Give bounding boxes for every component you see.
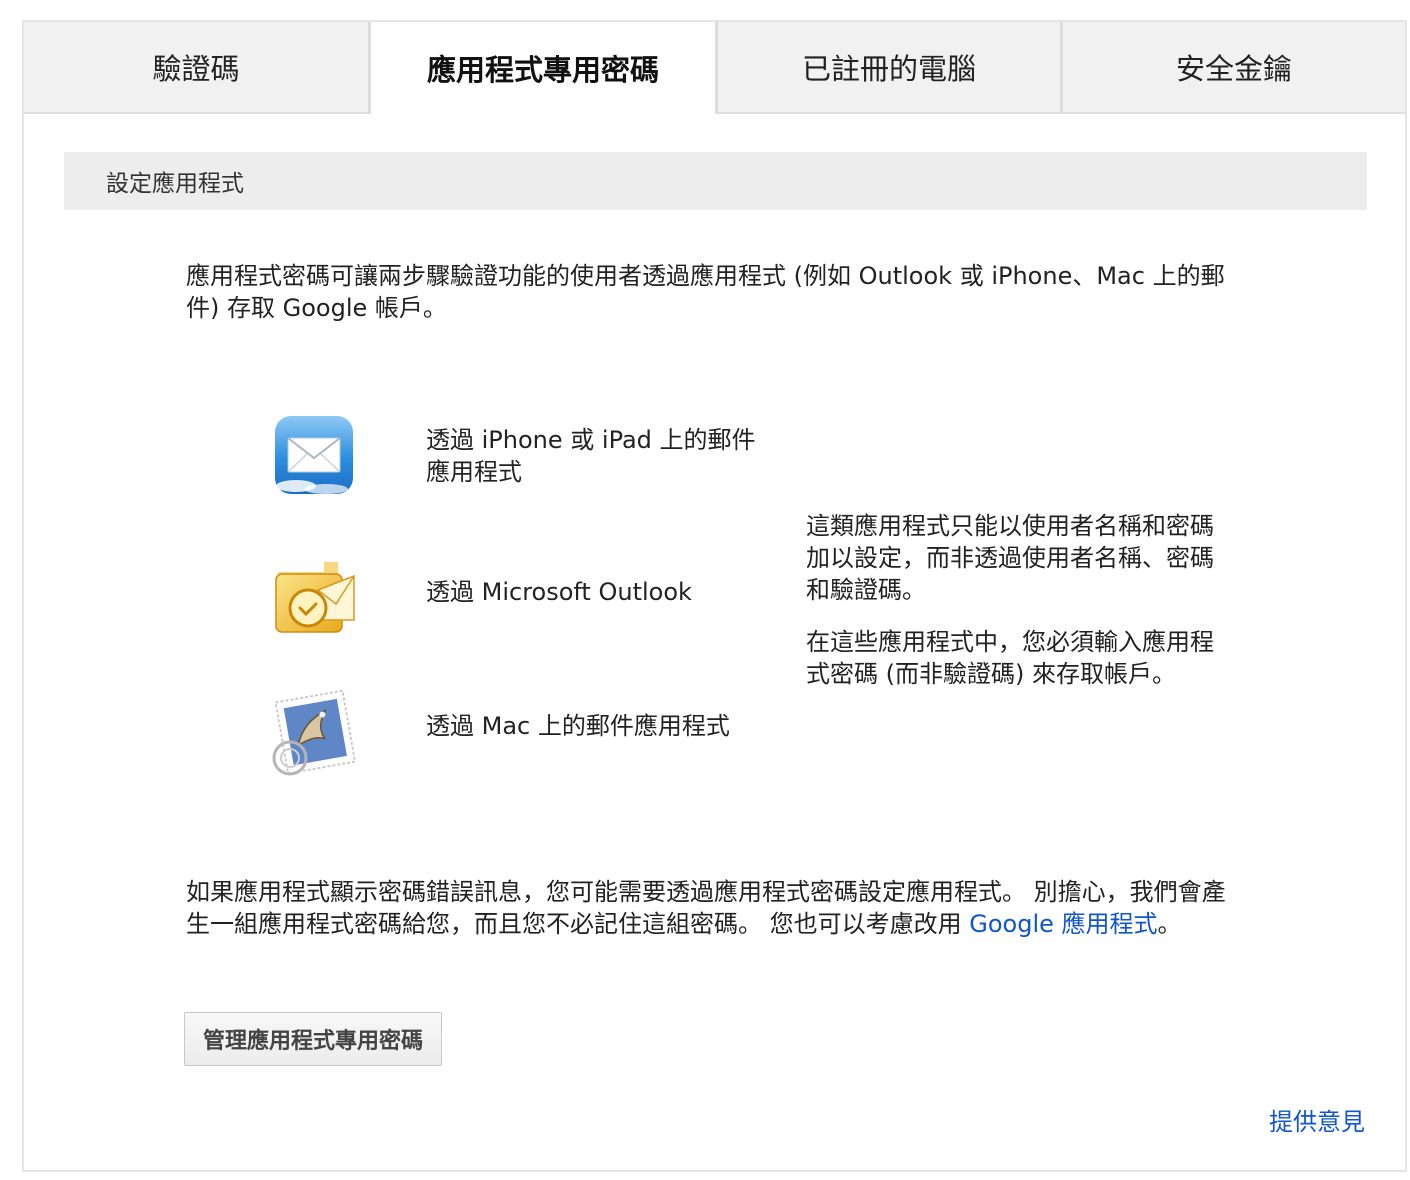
google-apps-link[interactable]: Google 應用程式	[969, 910, 1157, 938]
section-header: 設定應用程式	[64, 152, 1367, 210]
app-item-mac-mail: 透過 Mac 上的郵件應用程式	[264, 690, 784, 790]
app-note-text: 這類應用程式只能以使用者名稱和密碼加以設定，而非透過使用者名稱、密碼和驗證碼。	[806, 512, 1214, 604]
app-passwords-panel: 驗證碼 應用程式專用密碼 已註冊的電腦 安全金鑰 設定應用程式 應用程式密碼可讓…	[22, 20, 1407, 1172]
manage-app-passwords-button[interactable]: 管理應用程式專用密碼	[184, 1012, 443, 1066]
mac-mail-icon	[272, 690, 357, 776]
tab-app-passwords[interactable]: 應用程式專用密碼	[371, 22, 715, 114]
tab-verification-codes[interactable]: 驗證碼	[24, 22, 368, 114]
ios-mail-icon	[275, 416, 353, 494]
app-note-text-2: 在這些應用程式中，您必須輸入應用程式密碼 (而非驗證碼) 來存取帳戶。	[806, 628, 1214, 688]
troubleshoot-end: 。	[1157, 910, 1182, 938]
app-item-outlook: 透過 Microsoft Outlook	[264, 550, 784, 650]
app-label: 透過 iPhone 或 iPad 上的郵件應用程式	[426, 426, 756, 486]
tab-security-keys[interactable]: 安全金鑰	[1063, 22, 1405, 114]
section-title: 設定應用程式	[106, 171, 244, 197]
troubleshoot-text: 如果應用程式顯示密碼錯誤訊息，您可能需要透過應用程式密碼設定應用程式。 別擔心，…	[186, 876, 1246, 940]
feedback-link[interactable]: 提供意見	[1269, 1102, 1365, 1137]
app-label: 透過 Microsoft Outlook	[426, 578, 692, 606]
outlook-icon	[275, 562, 355, 633]
intro-text: 應用程式密碼可讓兩步驟驗證功能的使用者透過應用程式 (例如 Outlook 或 …	[186, 262, 1225, 322]
app-item-ios-mail: 透過 iPhone 或 iPad 上的郵件應用程式	[264, 412, 784, 512]
app-label: 透過 Mac 上的郵件應用程式	[426, 712, 730, 740]
tab-registered-computers[interactable]: 已註冊的電腦	[718, 22, 1060, 114]
tab-bar: 驗證碼 應用程式專用密碼 已註冊的電腦 安全金鑰	[24, 22, 1405, 114]
